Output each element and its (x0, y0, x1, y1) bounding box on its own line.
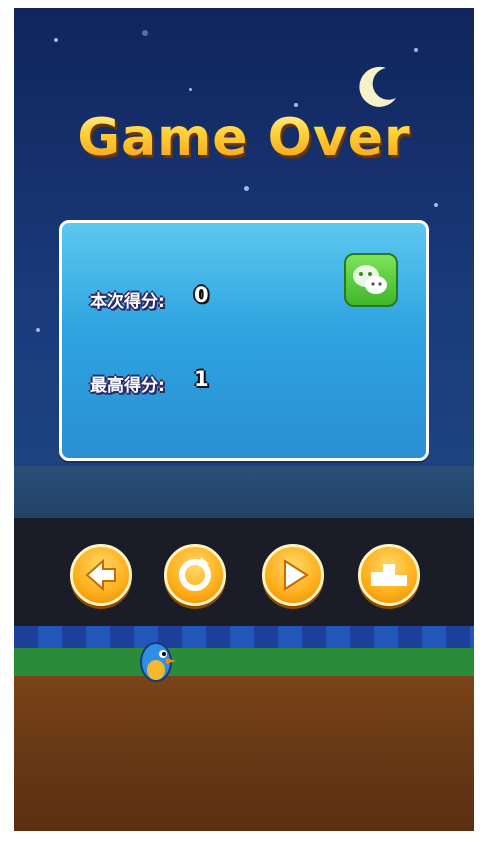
star (244, 186, 249, 191)
game-screen: Game Over 本次得分: 0 最高得分: 1 (14, 8, 474, 831)
moon-icon (359, 66, 396, 107)
star (189, 88, 192, 91)
dirt-ground (14, 676, 474, 831)
play-button[interactable] (262, 544, 324, 606)
leaderboard-button[interactable] (358, 544, 420, 606)
bird-character (140, 642, 176, 682)
best-score-value: 1 (194, 367, 209, 391)
leaderboard-podium-icon (371, 564, 407, 586)
grass-strip (14, 648, 474, 678)
best-score-label: 最高得分: (90, 376, 165, 396)
restart-button[interactable] (164, 544, 226, 606)
back-arrow-icon (85, 558, 116, 592)
back-button[interactable] (70, 544, 132, 606)
score-panel: 本次得分: 0 最高得分: 1 (59, 220, 429, 461)
wechat-share-button[interactable] (344, 253, 398, 307)
star (414, 48, 418, 52)
star (434, 203, 438, 207)
star (54, 38, 58, 42)
restart-icon (179, 557, 211, 591)
play-icon (284, 559, 309, 591)
star (294, 103, 298, 107)
star (142, 30, 148, 36)
star (36, 328, 40, 332)
wechat-icon (353, 265, 387, 294)
game-over-title: Game Over (14, 108, 474, 168)
current-score-label: 本次得分: (90, 292, 165, 312)
current-score-value: 0 (194, 283, 209, 307)
